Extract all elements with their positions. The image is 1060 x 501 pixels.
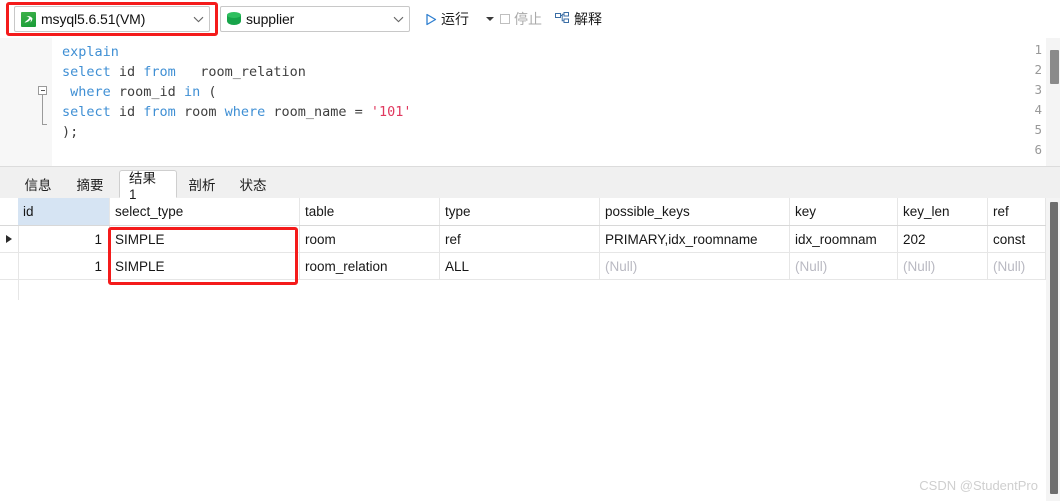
mysql-dolphin-icon [21, 11, 36, 27]
cell-key-len[interactable]: 202 [898, 226, 988, 252]
result-tabstrip: 信息 摘要 结果 1 剖析 状态 [0, 166, 1060, 202]
cell-id[interactable]: 1 [18, 226, 110, 252]
line-number: 1 [1034, 42, 1042, 57]
line-number: 5 [1034, 122, 1042, 137]
code-line-5: ); [62, 122, 78, 142]
token: '101' [370, 104, 412, 120]
token: ( [200, 84, 217, 100]
cell-key-len[interactable]: (Null) [898, 253, 988, 279]
line-number: 3 [1034, 82, 1042, 97]
run-label: 运行 [441, 11, 469, 27]
table-empty-row [0, 280, 1046, 300]
cell-table[interactable]: room_relation [300, 253, 440, 279]
token: ); [62, 124, 79, 140]
token: from [143, 64, 176, 80]
line-number: 6 [1034, 142, 1042, 157]
tab-status[interactable]: 状态 [228, 170, 278, 198]
token: select [62, 104, 111, 120]
token: id [110, 64, 144, 80]
token: explain [62, 44, 119, 60]
result-grid[interactable]: id select_type table type possible_keys … [0, 198, 1060, 501]
run-options-button[interactable] [481, 7, 499, 31]
chevron-down-icon-db[interactable] [387, 7, 409, 31]
cell-ref[interactable]: (Null) [988, 253, 1046, 279]
run-button[interactable]: 运行 [422, 7, 471, 31]
cell-select-type[interactable]: SIMPLE [110, 226, 300, 252]
cell-possible-keys[interactable]: PRIMARY,idx_roomname [600, 226, 790, 252]
token: where [70, 84, 111, 100]
row-marker-header [0, 198, 19, 225]
caret-down-icon [486, 17, 494, 21]
cell-key[interactable]: (Null) [790, 253, 898, 279]
row-arrow-icon [6, 235, 12, 243]
database-value: supplier [246, 11, 295, 27]
editor-vertical-scrollbar[interactable] [1046, 38, 1060, 166]
token: where [224, 104, 266, 120]
editor-gutter [0, 38, 52, 166]
sql-editor[interactable]: 1 2 3 4 5 6 explain select id from room_… [0, 38, 1060, 166]
token: select [62, 64, 111, 80]
cell-ref[interactable]: const [988, 226, 1046, 252]
column-header-select-type[interactable]: select_type [110, 198, 300, 225]
explain-label: 解释 [574, 11, 602, 27]
cell-table[interactable]: room [300, 226, 440, 252]
column-header-key[interactable]: key [790, 198, 898, 225]
table-row[interactable]: 1 SIMPLE room ref PRIMARY,idx_roomname i… [0, 226, 1046, 253]
cell-type[interactable]: ref [440, 226, 600, 252]
column-header-id[interactable]: id [18, 198, 110, 225]
collapse-box-icon[interactable] [38, 86, 47, 95]
column-header-key-len[interactable]: key_len [898, 198, 988, 225]
play-triangle-icon [424, 13, 437, 26]
explain-tree-icon [555, 12, 570, 26]
row-marker-empty [0, 280, 19, 300]
tab-summary[interactable]: 摘要 [64, 170, 116, 198]
explain-button[interactable]: 解释 [553, 7, 604, 31]
stop-label: 停止 [514, 11, 542, 27]
code-line-3: where room_id in ( [62, 82, 216, 102]
chevron-down-icon[interactable] [187, 7, 209, 31]
current-row-marker [0, 226, 19, 252]
row-marker [0, 253, 19, 279]
grid-scroll-thumb[interactable] [1050, 202, 1058, 494]
token: room [175, 104, 225, 120]
line-number: 2 [1034, 62, 1042, 77]
watermark: CSDN @StudentPro [919, 478, 1038, 493]
database-selector[interactable]: supplier [220, 6, 410, 32]
cell-type[interactable]: ALL [440, 253, 600, 279]
token: room_name = [265, 104, 371, 120]
code-line-2: select id from room_relation [62, 62, 306, 82]
token: from [143, 104, 176, 120]
column-header-possible-keys[interactable]: possible_keys [600, 198, 790, 225]
table-row[interactable]: 1 SIMPLE room_relation ALL (Null) (Null)… [0, 253, 1046, 280]
column-header-table[interactable]: table [300, 198, 440, 225]
token: room_id [110, 84, 184, 100]
cell-possible-keys[interactable]: (Null) [600, 253, 790, 279]
connection-value: msyql5.6.51(VM) [41, 11, 146, 27]
fold-range-bar [42, 95, 43, 124]
token: id [110, 104, 144, 120]
cell-key[interactable]: idx_roomnam [790, 226, 898, 252]
code-line-1: explain [62, 42, 119, 62]
code-line-4: select id from room where room_name = '1… [62, 102, 412, 122]
grid-vertical-scrollbar[interactable] [1046, 198, 1060, 501]
editor-scroll-thumb[interactable] [1050, 50, 1059, 84]
cell-select-type[interactable]: SIMPLE [110, 253, 300, 279]
column-header-ref[interactable]: ref [988, 198, 1046, 225]
stop-square-icon [500, 14, 510, 24]
fold-range-foot [42, 124, 47, 125]
column-header-type[interactable]: type [440, 198, 600, 225]
tab-info[interactable]: 信息 [12, 170, 64, 198]
tab-profile[interactable]: 剖析 [178, 170, 226, 198]
table-header-row: id select_type table type possible_keys … [0, 198, 1046, 226]
connection-selector[interactable]: msyql5.6.51(VM) [14, 6, 210, 32]
toolbar: msyql5.6.51(VM) supplier 运行 停止 解释 [0, 0, 1060, 39]
cell-id[interactable]: 1 [18, 253, 110, 279]
token: in [183, 84, 201, 100]
token: room_relation [175, 64, 306, 80]
database-cylinder-icon [227, 11, 241, 27]
stop-button[interactable]: 停止 [498, 7, 544, 31]
tab-result[interactable]: 结果 1 [119, 170, 177, 202]
line-number: 4 [1034, 102, 1042, 117]
